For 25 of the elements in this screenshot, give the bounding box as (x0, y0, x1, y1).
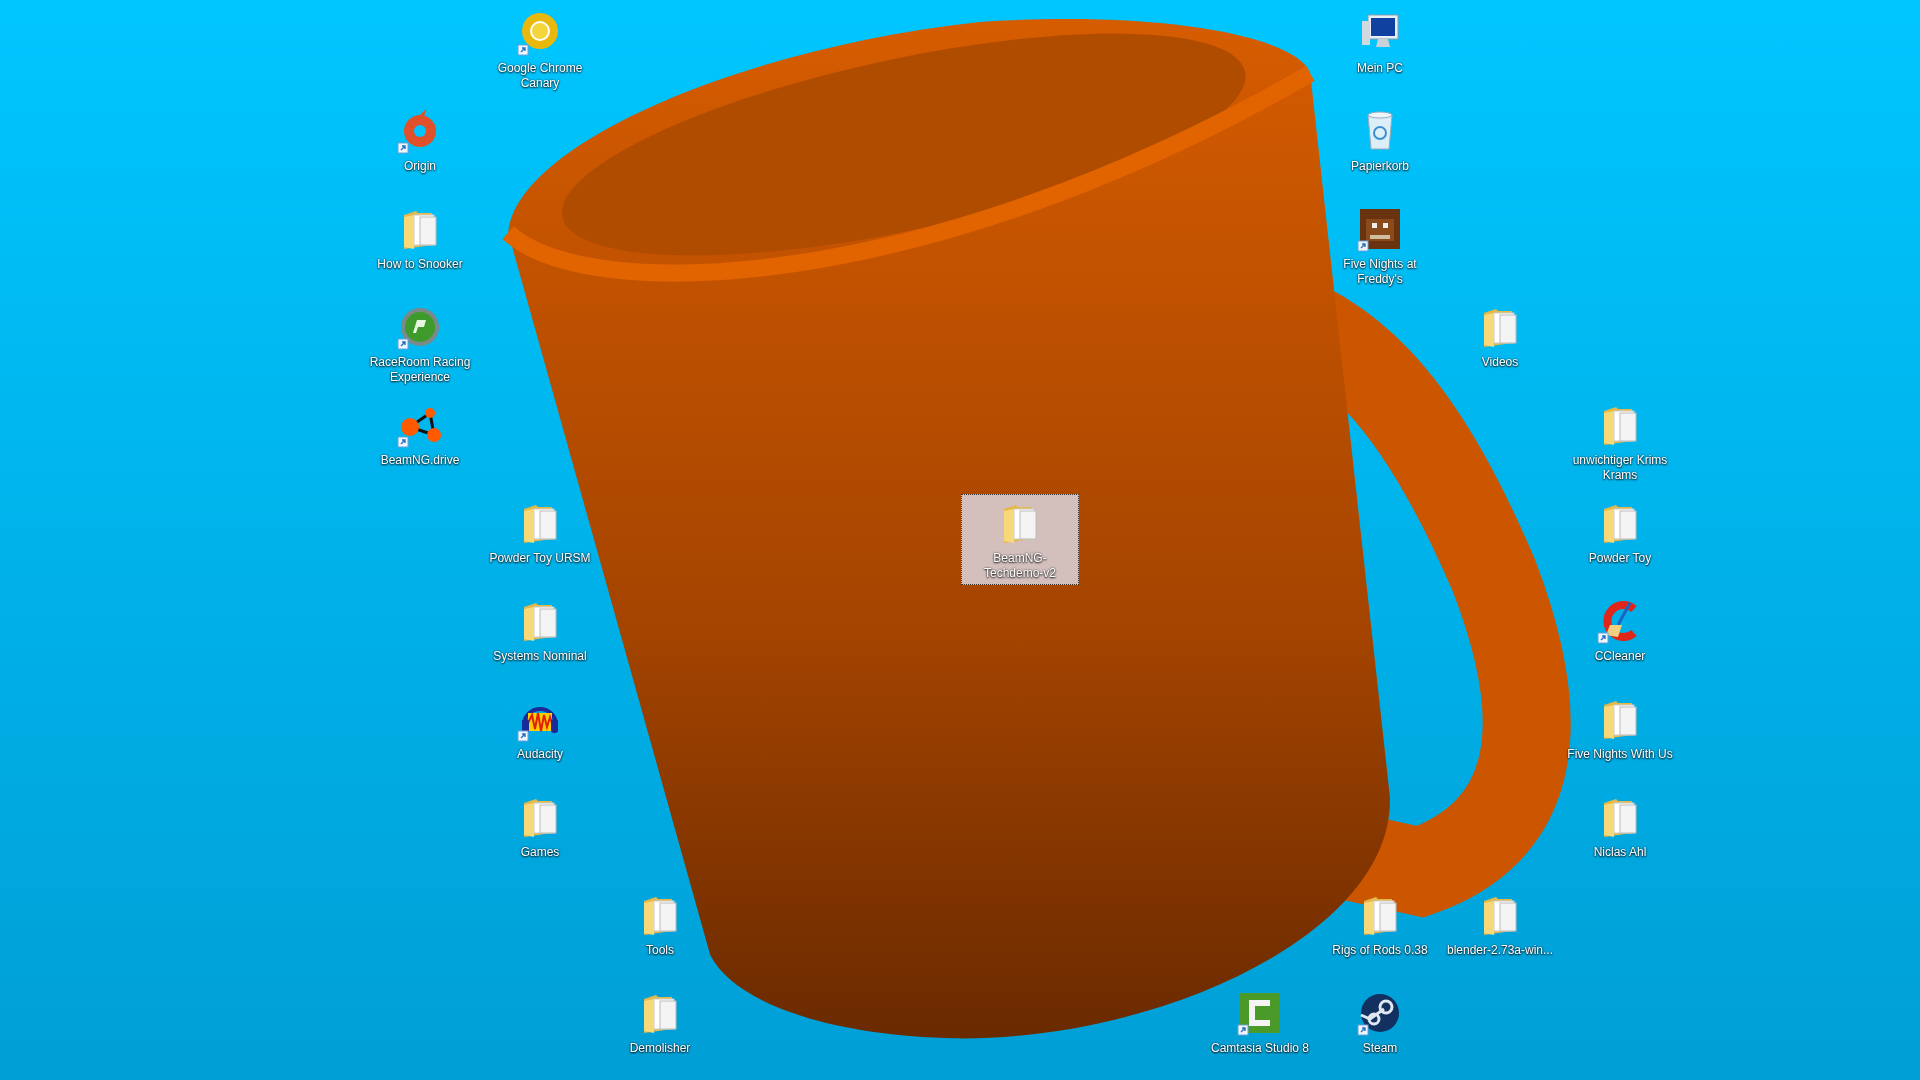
desktop-shortcut[interactable]: Five Nights With Us (1561, 690, 1679, 766)
desktop-shortcut[interactable]: Tools (601, 886, 719, 962)
desktop-shortcut[interactable]: CCleaner (1561, 592, 1679, 668)
desktop-shortcut[interactable]: Google Chrome Canary (481, 4, 599, 95)
desktop-shortcut[interactable]: Powder Toy (1561, 494, 1679, 570)
desktop-shortcut[interactable]: Audacity (481, 690, 599, 766)
desktop-shortcut[interactable]: Systems Nominal (481, 592, 599, 668)
desktop-shortcut[interactable]: Games (481, 788, 599, 864)
desktop-shortcut[interactable]: Origin (361, 102, 479, 178)
desktop-shortcut[interactable]: unwichtiger Krims Krams (1561, 396, 1679, 487)
desktop-shortcut[interactable]: Papierkorb (1321, 102, 1439, 178)
desktop-shortcut[interactable]: Rigs of Rods 0.38 (1321, 886, 1439, 962)
desktop-shortcut[interactable]: Niclas Ahl (1561, 788, 1679, 864)
desktop-shortcut[interactable]: BeamNG.drive (361, 396, 479, 472)
desktop-shortcut[interactable]: BeamNG-Techdemo-v2 (961, 494, 1079, 585)
desktop-shortcut[interactable]: Camtasia Studio 8 (1201, 984, 1319, 1060)
desktop-shortcut[interactable]: Demolisher (601, 984, 719, 1060)
desktop-shortcut[interactable]: Steam (1321, 984, 1439, 1060)
desktop-shortcut[interactable]: How to Snooker (361, 200, 479, 276)
desktop-shortcut[interactable]: RaceRoom Racing Experience (361, 298, 479, 389)
desktop-shortcut[interactable]: blender-2.73a-win... (1441, 886, 1559, 962)
desktop-shortcut[interactable]: Videos (1441, 298, 1559, 374)
desktop-shortcut[interactable]: Powder Toy URSM (481, 494, 599, 570)
desktop-shortcut[interactable]: Mein PC (1321, 4, 1439, 80)
desktop-shortcut[interactable]: Five Nights at Freddy's (1321, 200, 1439, 291)
